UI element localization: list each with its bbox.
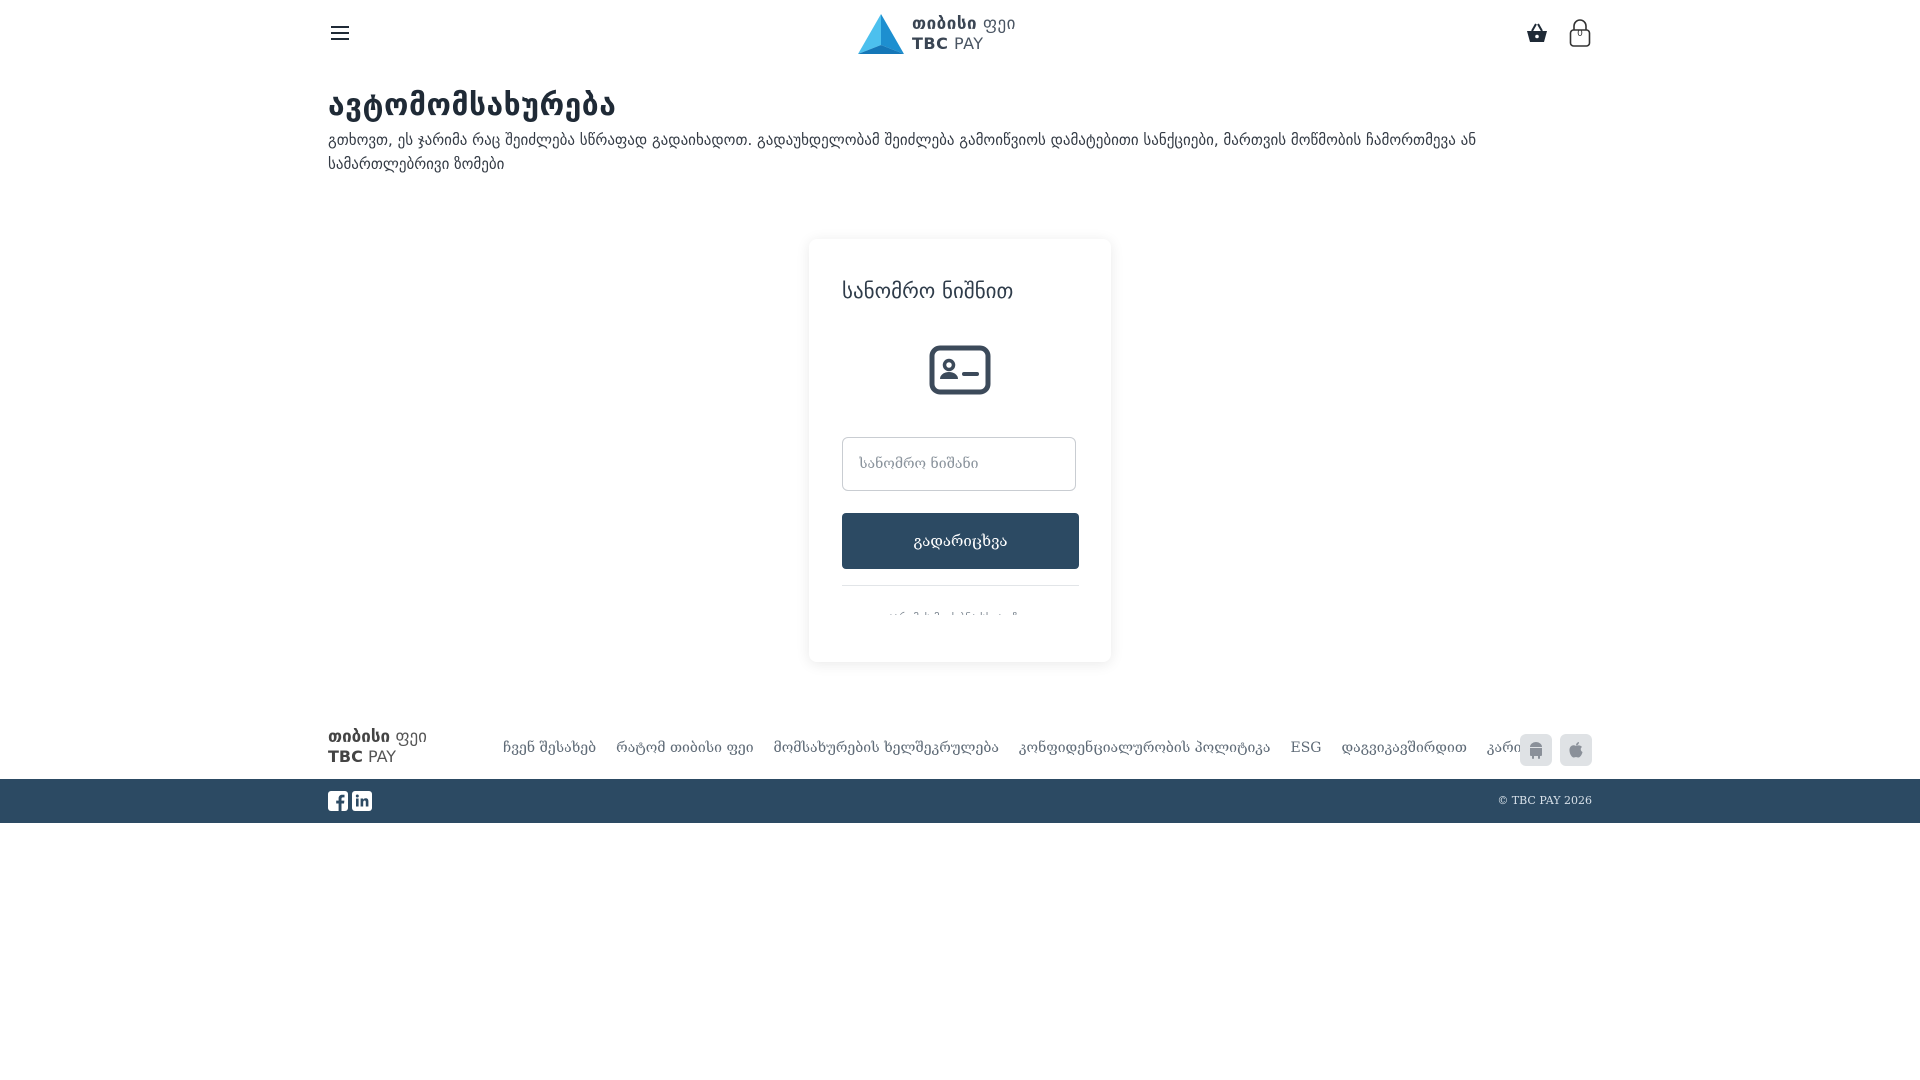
facebook-icon[interactable] [328, 791, 348, 811]
footer-logo-text-ka-bold: თიბისი [328, 727, 391, 747]
copyright: © TBC PAY 2026 [1497, 794, 1592, 807]
logo-text-en-bold: TBC [912, 34, 949, 53]
logo-text-en: PAY [948, 34, 984, 53]
footer-logo-text-ka: ფეი [390, 727, 427, 747]
apple-app-button[interactable] [1560, 734, 1592, 766]
page-subtitle: გთხოვთ, ეს ჯარიმა რაც შეიძლება სწრაფად გ… [328, 131, 1477, 173]
footer-logo-text-en: PAY [362, 747, 397, 766]
apple-icon [1569, 742, 1583, 758]
footer-logo[interactable]: თიბისი ფეი TBC PAY [328, 727, 427, 767]
cart-count: 0 [1577, 29, 1583, 39]
basket-icon[interactable] [1524, 20, 1550, 46]
logo-text-ka: ფეი [977, 14, 1016, 34]
license-plate-input[interactable] [842, 437, 1076, 491]
footer-link-about[interactable]: ჩვენ შესახებ [503, 740, 596, 756]
android-app-button[interactable] [1520, 734, 1552, 766]
header: თიბისი ფეი TBC PAY 0 [0, 0, 1920, 66]
hamburger-menu-icon[interactable] [328, 22, 352, 44]
logo-text-ka-bold: თიბისი [912, 14, 978, 34]
footer-link-service-agreement[interactable]: მომსახურების ხელშეკრულება [774, 740, 999, 756]
footer-link-esg[interactable]: ESG [1291, 740, 1322, 756]
tbc-pay-logo-icon [858, 14, 904, 54]
page-title: ავტომომსახურება [328, 88, 617, 123]
footer-logo-text-en-bold: TBC [328, 747, 363, 766]
logo[interactable]: თიბისი ფეი TBC PAY [856, 12, 1016, 56]
search-card: სანომრო ნიშნით გადარიცხვა ჯარიმის მოძებნ… [809, 239, 1111, 662]
footer-link-why-tbc-pay[interactable]: რატომ თიბისი ფეი [616, 740, 753, 756]
footer-bar: © TBC PAY 2026 [0, 779, 1920, 823]
card-title: სანომრო ნიშნით [842, 279, 1014, 303]
pay-button[interactable]: გადარიცხვა [842, 513, 1079, 569]
footer-link-privacy-policy[interactable]: კონფიდენციალურობის პოლიტიკა [1019, 740, 1271, 756]
linkedin-icon[interactable] [352, 791, 372, 811]
footer-nav: ჩვენ შესახებ რატომ თიბისი ფეი მომსახურებ… [503, 740, 1568, 756]
android-icon [1530, 742, 1542, 759]
lock-icon[interactable]: 0 [1568, 18, 1592, 48]
footer-link-contact[interactable]: დაგვიკავშირდით [1342, 740, 1467, 756]
divider [842, 585, 1079, 586]
alternative-search-link[interactable]: ჯარიმის მოძებნა სხვა გზით [842, 607, 1079, 615]
id-card-icon [929, 345, 991, 395]
